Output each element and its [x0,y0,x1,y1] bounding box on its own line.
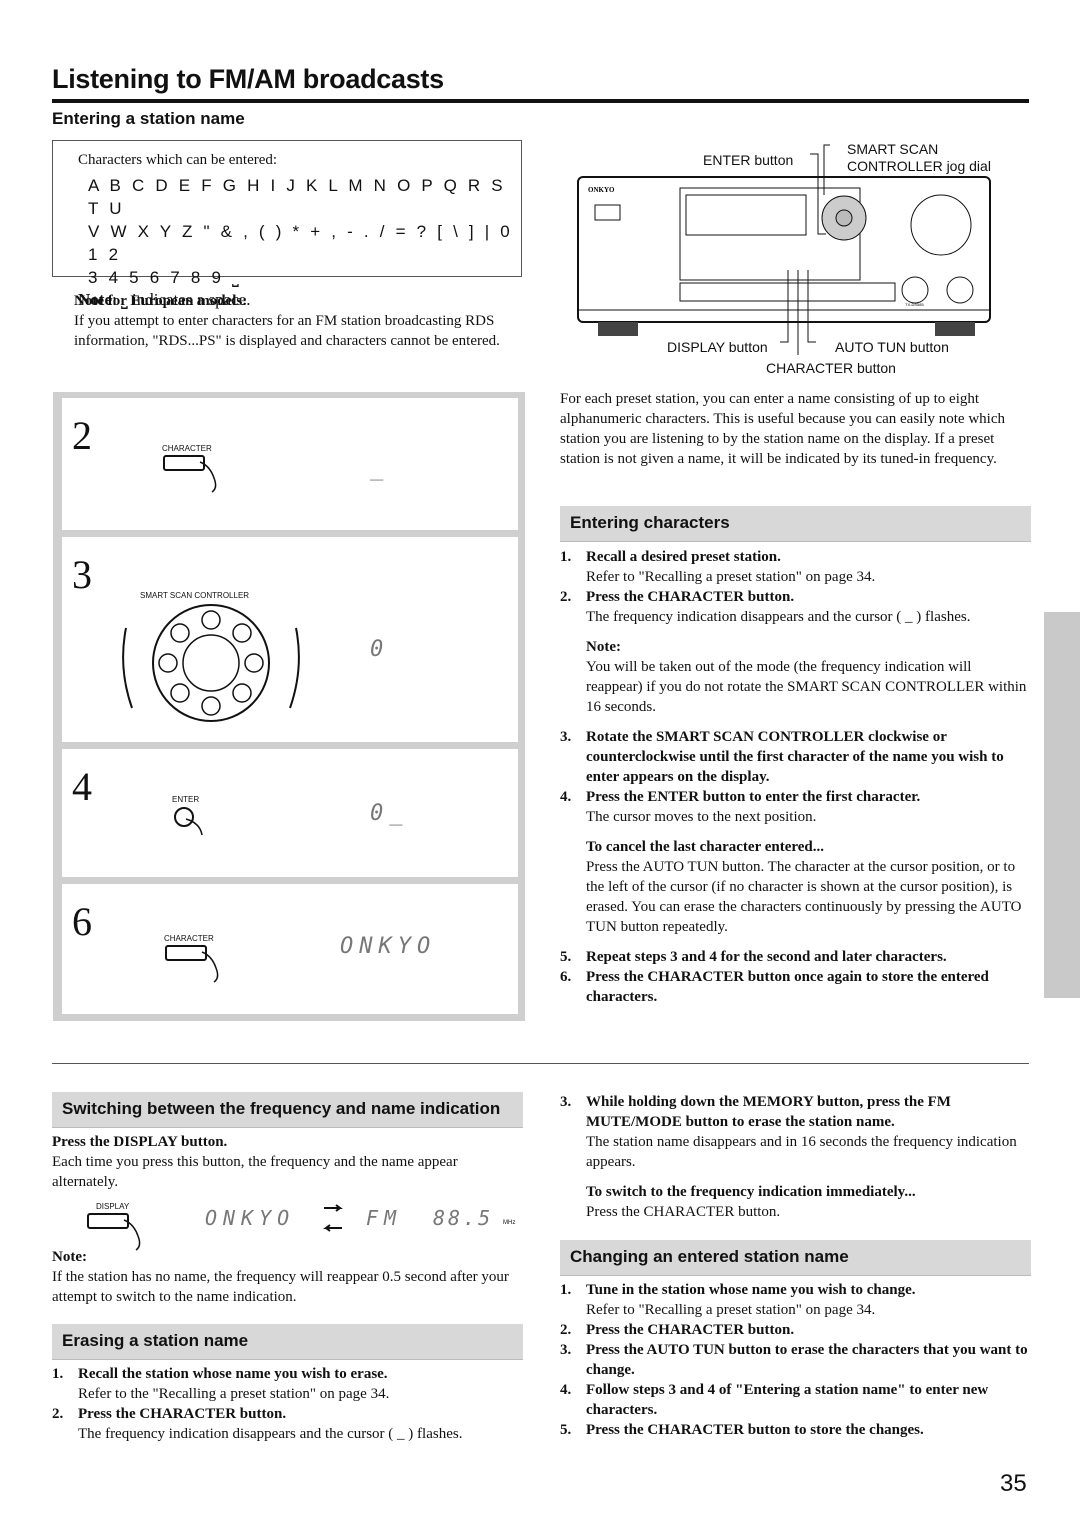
display-readout: 0 [370,637,390,662]
character-callout: CHARACTER button [766,360,896,376]
switch-note: To switch to the frequency indication im… [586,1184,916,1220]
step-2: 2 CHARACTER _ [62,398,518,530]
list-item: 5. Repeat steps 3 and 4 for the second an… [560,949,947,965]
char-row: A B C D E F G H I J K L M N O P Q R S T … [88,176,506,218]
entering-note: Note: You will be taken out of the mode (… [586,639,1027,715]
list-item: 3. Press the AUTO TUN button to erase the… [560,1342,1028,1378]
hand-press-icon [174,807,203,836]
european-title: Note for European models: [74,293,248,309]
hand-press-icon [163,455,217,493]
list-item: 3. While holding down the MEMORY button, … [560,1094,1017,1170]
step-number: 3 [72,552,92,597]
entering-list: 1. Recall a desired preset station. Refer … [560,547,1028,1007]
band-readout: FM [366,1206,403,1230]
display-readout: _ [370,456,390,481]
switching-note: Note: If the station has no name, the fre… [52,1249,509,1305]
switching-text: Each time you press this button, the fre… [52,1154,458,1190]
list-item: 1. Tune in the station whose name you wis… [560,1282,916,1318]
step-3: 3 SMART SCAN CONTROLLER 0 [62,537,518,742]
intro-paragraph: For each preset station, you can enter a… [560,391,1005,467]
changing-list: 1. Tune in the station whose name you wis… [560,1280,1028,1440]
changing-header: Changing an entered station name [560,1240,1031,1276]
erasing-list-continued: 3. While holding down the MEMORY button, … [560,1092,1028,1222]
character-box: Characters which can be entered: A B C D… [52,140,522,309]
display-button-label: DISPLAY [96,1202,130,1211]
list-item: 4. Follow steps 3 and 4 of "Entering a st… [560,1382,989,1418]
button-label: SMART SCAN CONTROLLER [140,591,250,600]
cancel-note: To cancel the last character entered... P… [586,839,1022,935]
european-text: If you attempt to enter characters for a… [74,313,500,349]
step-number: 6 [72,899,92,944]
step-number: 4 [72,764,92,809]
button-label: CHARACTER [162,444,212,453]
unit-label: MHz [503,1220,516,1226]
display-readout: ONKYO [340,934,437,959]
hand-press-icon [87,1213,141,1251]
svg-text:TX-DS585: TX-DS585 [905,302,924,307]
hand-press-icon [165,945,219,983]
list-item: 2. Press the CHARACTER button. The frequen… [52,1406,463,1442]
erasing-header: Erasing a station name [52,1324,523,1360]
divider [52,1063,1029,1064]
list-item: 1. Recall a desired preset station. Refer … [560,549,876,585]
char-row: 3 4 5 6 7 8 9 ⎵ [88,268,243,287]
char-intro: Characters which can be entered: [78,152,278,168]
list-item: 2. Press the CHARACTER button. [560,1322,795,1338]
list-item: 6. Press the CHARACTER button once again … [560,969,989,1005]
list-item: 1. Recall the station whose name you wish… [52,1366,390,1402]
section-title: Entering a station name [52,109,245,128]
steps-panel: 2 CHARACTER _ 3 SMART SCAN CONTROLLER 0 … [53,392,525,1021]
step-number: 2 [72,413,92,458]
page-number: 35 [1000,1470,1027,1497]
receiver-diagram: ENTER button SMART SCAN CONTROLLER jog d… [570,140,1000,380]
step-4: 4 ENTER 0_ [62,749,518,877]
page-title: Listening to FM/AM broadcasts [52,64,444,94]
list-item: 3. Rotate the SMART SCAN CONTROLLER clock… [560,729,1004,785]
name-readout: ONKYO [205,1206,296,1230]
button-label: ENTER [172,795,200,804]
frequency-readout: 88.5 [433,1206,494,1230]
switching-instruction: Press the DISPLAY button. [52,1134,228,1150]
display-readout: 0_ [370,801,409,826]
button-label: CHARACTER [164,934,214,943]
entering-characters-header: Entering characters [560,506,1031,542]
list-item: 2. Press the CHARACTER button. The frequen… [560,589,971,625]
char-row: V W X Y Z " & , ( ) * + , - . / = ? [ \ … [88,222,513,264]
svg-text:ONKYO: ONKYO [588,186,615,194]
toggle-arrows-icon [323,1204,343,1232]
list-item: 5. Press the CHARACTER button to store th… [560,1422,924,1438]
step-6: 6 CHARACTER ONKYO [62,884,518,1014]
european-note: Note for European models: If you attempt… [74,291,514,351]
list-item: 4. Press the ENTER button to enter the fi… [560,789,921,825]
auto-tun-callout: AUTO TUN button [835,339,949,355]
switching-body: Press the DISPLAY button. Each time you … [52,1132,522,1192]
side-tab [1044,612,1080,998]
title-rule [52,99,1029,103]
display-callout: DISPLAY button [667,339,768,355]
switching-header: Switching between the frequency and name… [52,1092,523,1128]
jog-dial-icon [122,604,300,722]
erasing-list: 1. Recall the station whose name you wish… [52,1364,522,1444]
